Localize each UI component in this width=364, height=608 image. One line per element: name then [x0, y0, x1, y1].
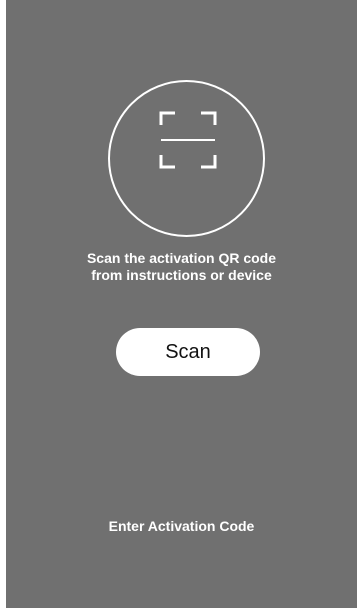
enter-activation-code-link[interactable]: Enter Activation Code	[0, 518, 363, 535]
instructions-line-2: from instructions or device	[91, 267, 272, 283]
scan-instructions: Scan the activation QR code from instruc…	[0, 250, 363, 284]
qr-scan-frame-icon	[159, 111, 217, 169]
activation-screen: Scan the activation QR code from instruc…	[6, 0, 357, 608]
scan-button[interactable]: Scan	[116, 328, 260, 376]
scan-circle[interactable]	[108, 80, 265, 237]
instructions-line-1: Scan the activation QR code	[86, 250, 277, 266]
